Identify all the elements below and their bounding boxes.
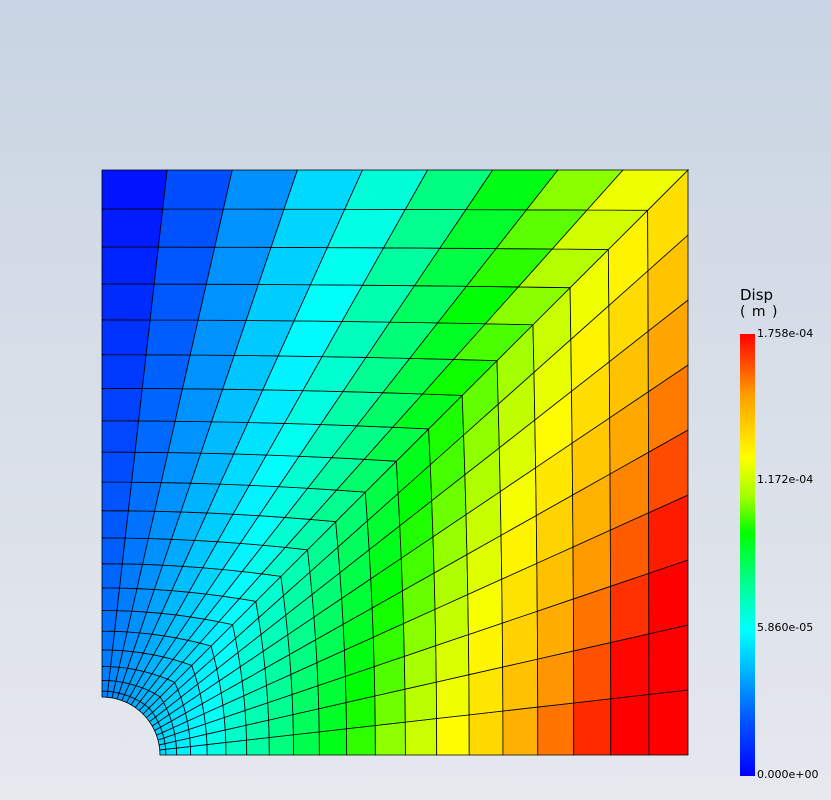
mesh-element xyxy=(573,642,612,704)
mesh-element xyxy=(610,693,650,756)
mesh-element xyxy=(101,246,159,285)
contour-legend: Disp ( m ) 1.758e-04 1.172e-04 5.860e-05… xyxy=(736,284,831,784)
mesh-element xyxy=(145,319,199,356)
mesh-element xyxy=(138,388,183,422)
mesh-element xyxy=(101,610,118,632)
mesh-element xyxy=(502,706,539,756)
mesh-element xyxy=(101,630,116,651)
mesh-element xyxy=(374,721,406,756)
mesh-element xyxy=(101,665,111,681)
mesh-element xyxy=(101,387,143,422)
mesh-element xyxy=(101,587,120,611)
mesh-element xyxy=(268,734,294,756)
legend-unit: ( m ) xyxy=(740,304,779,320)
legend-mid-upper-label: 1.172e-04 xyxy=(757,473,814,486)
legend-min-label: 0.000e+00 xyxy=(757,768,819,781)
mesh-element xyxy=(346,725,376,756)
mesh-element xyxy=(162,169,233,210)
mesh-element xyxy=(149,283,207,321)
legend-title: Disp xyxy=(740,286,774,304)
legend-max-label: 1.758e-04 xyxy=(757,327,814,340)
mesh-element xyxy=(648,689,689,756)
mesh-element xyxy=(101,451,136,483)
fe-mesh-contour xyxy=(101,169,689,756)
mesh-element xyxy=(293,731,320,756)
mesh-element xyxy=(101,690,109,698)
mesh-element xyxy=(101,420,139,453)
mesh-element xyxy=(648,624,689,695)
mesh-element xyxy=(101,481,132,512)
mesh-element xyxy=(468,710,504,756)
mesh-element xyxy=(468,666,504,716)
model-viewport[interactable] xyxy=(0,0,831,800)
mesh-element xyxy=(101,169,168,210)
mesh-element xyxy=(404,718,438,756)
mesh-element xyxy=(101,510,129,539)
legend-color-bar xyxy=(740,334,755,776)
mesh-element xyxy=(157,208,224,248)
mesh-element xyxy=(131,451,169,483)
mesh-element xyxy=(141,354,191,390)
mesh-element xyxy=(101,537,126,565)
mesh-element xyxy=(101,283,155,321)
mesh-element xyxy=(246,737,270,756)
mesh-element xyxy=(101,679,110,692)
mesh-element xyxy=(436,714,470,756)
mesh-element xyxy=(153,246,216,285)
mesh-element xyxy=(222,169,298,210)
legend-mid-lower-label: 5.860e-05 xyxy=(757,621,814,634)
mesh-element xyxy=(537,702,575,756)
mesh-element xyxy=(502,658,539,712)
mesh-element xyxy=(318,728,348,756)
mesh-element xyxy=(101,649,113,668)
mesh-element xyxy=(610,633,650,700)
mesh-element xyxy=(101,208,164,248)
mesh-element xyxy=(101,319,151,356)
mesh-element xyxy=(573,698,612,756)
mesh-element xyxy=(101,563,123,589)
mesh-element xyxy=(537,650,575,708)
mesh-element xyxy=(101,354,147,389)
mesh-element xyxy=(134,420,176,453)
